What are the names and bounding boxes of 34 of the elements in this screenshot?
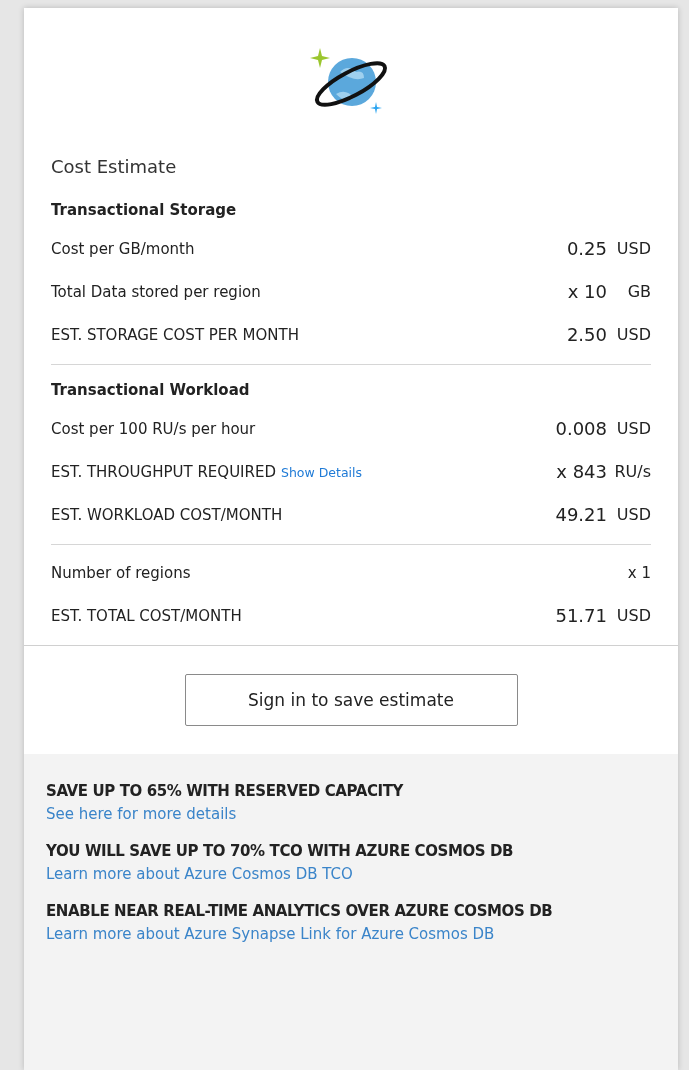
row-value: x 843: [556, 461, 607, 482]
row-value: x 10: [567, 281, 607, 302]
promo-heading: SAVE UP TO 65% WITH RESERVED CAPACITY: [46, 782, 405, 800]
show-details-link[interactable]: Show Details: [281, 464, 363, 480]
row-value: 2.50: [566, 324, 607, 345]
section-title: Transactional Storage: [51, 200, 238, 221]
row-unit: GB: [626, 282, 651, 301]
promo-link[interactable]: See here for more details: [46, 805, 237, 823]
row-unit: USD: [615, 419, 651, 438]
row-unit: RU/s: [613, 462, 651, 481]
row-value: 0.25: [566, 238, 607, 259]
row-unit: USD: [615, 325, 651, 344]
panel-title: Cost Estimate: [51, 156, 178, 177]
section-title: Transactional Workload: [51, 380, 251, 401]
row-label: Total Data stored per region: [51, 282, 261, 301]
row-value: 49.21: [555, 504, 607, 525]
row-unit: USD: [615, 505, 651, 524]
row-value: 0.008: [555, 418, 607, 439]
row-label: Cost per 100 RU/s per hour: [51, 419, 256, 438]
row-label: Cost per GB/month: [51, 239, 195, 258]
promo-heading: YOU WILL SAVE UP TO 70% TCO WITH AZURE COSMOS DB: [46, 842, 515, 860]
row-label: EST. THROUGHPUT REQUIRED: [51, 462, 276, 481]
row-label: EST. WORKLOAD COST/MONTH: [51, 505, 283, 524]
row-value: 51.71: [555, 605, 607, 626]
row-unit: USD: [615, 606, 651, 625]
promo-link[interactable]: Learn more about Azure Synapse Link for Azure Cosmos DB: [46, 925, 495, 943]
row-unit: USD: [615, 239, 651, 258]
row-label: Number of regions: [51, 563, 191, 582]
promo-link[interactable]: Learn more about Azure Cosmos DB TCO: [46, 865, 353, 883]
sign-in-button[interactable]: Sign in to save estimate: [184, 674, 518, 726]
row-value: x 1: [627, 563, 651, 582]
row-label: EST. STORAGE COST PER MONTH: [51, 325, 299, 344]
row-label: EST. TOTAL COST/MONTH: [51, 606, 242, 625]
promo-heading: ENABLE NEAR REAL-TIME ANALYTICS OVER AZURE COSMOS DB: [46, 902, 554, 920]
